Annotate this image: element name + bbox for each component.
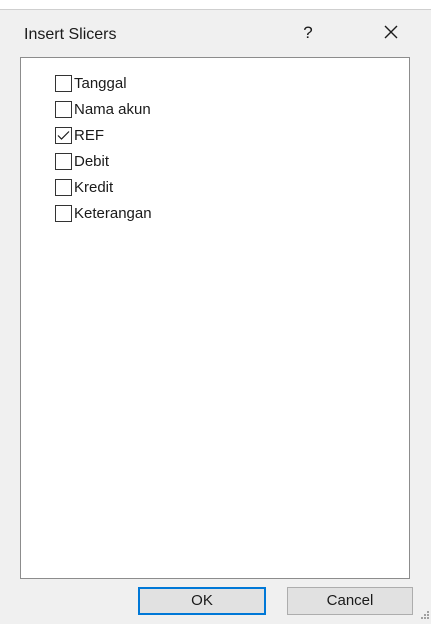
top-strip <box>0 0 431 10</box>
field-label: Tanggal <box>74 74 127 92</box>
field-list: Tanggal Nama akun REF Debit Kredit Keterangan <box>55 70 152 226</box>
field-item-nama-akun[interactable]: Nama akun <box>55 96 152 122</box>
field-checkbox[interactable] <box>55 126 72 144</box>
field-label: Debit <box>74 152 110 170</box>
title-bar: Insert Slicers ? <box>0 10 431 56</box>
field-label: Nama akun <box>74 100 151 118</box>
field-item-keterangan[interactable]: Keterangan <box>55 200 152 226</box>
field-item-tanggal[interactable]: Tanggal <box>55 70 152 96</box>
field-list-box[interactable]: Tanggal Nama akun REF Debit Kredit Keterangan <box>20 57 410 579</box>
field-checkbox[interactable] <box>55 74 72 92</box>
close-icon <box>384 25 398 39</box>
field-checkbox[interactable] <box>55 178 72 196</box>
field-item-kredit[interactable]: Kredit <box>55 174 152 200</box>
field-item-ref[interactable]: REF <box>55 122 152 148</box>
field-checkbox[interactable] <box>55 204 72 222</box>
field-item-debit[interactable]: Debit <box>55 148 152 174</box>
dialog-title: Insert Slicers <box>24 26 117 43</box>
field-checkbox[interactable] <box>55 152 72 170</box>
cancel-button[interactable]: Cancel <box>287 587 413 615</box>
field-label: Kredit <box>74 178 114 196</box>
ok-button[interactable]: OK <box>138 587 266 615</box>
close-button[interactable] <box>376 20 406 46</box>
field-label: REF <box>74 126 104 144</box>
resize-grip-icon[interactable] <box>418 608 430 622</box>
help-button[interactable]: ? <box>296 20 320 46</box>
field-checkbox[interactable] <box>55 100 72 118</box>
insert-slicers-dialog: Insert Slicers ? Tanggal Nama akun REF Debi… <box>0 0 431 624</box>
field-label: Keterangan <box>74 204 152 222</box>
checkmark-icon <box>57 130 70 140</box>
